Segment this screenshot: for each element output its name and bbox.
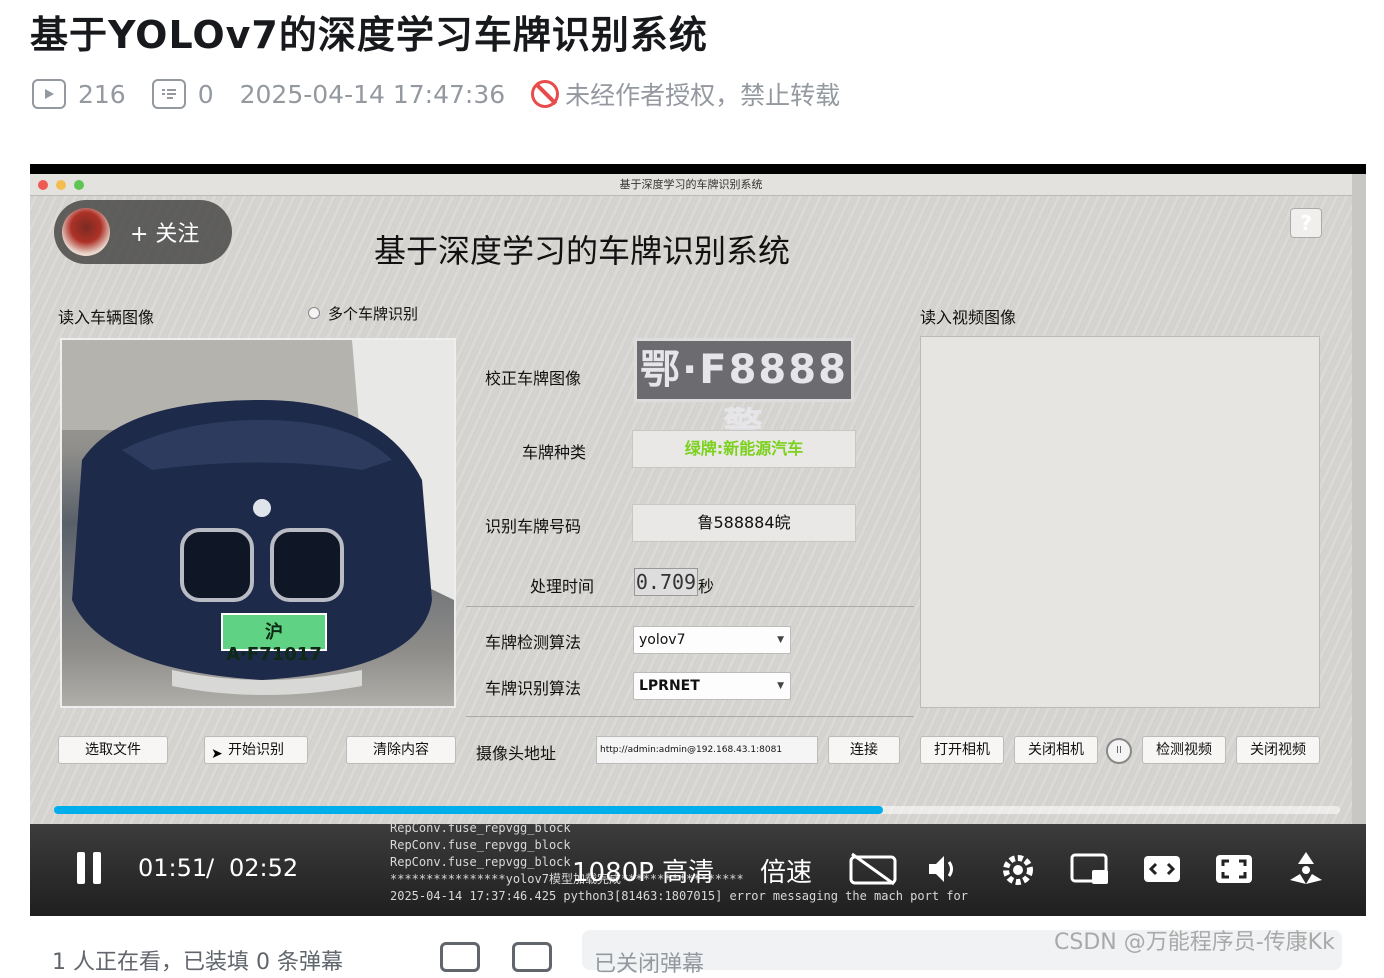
plate-type-label: 车牌种类 bbox=[522, 443, 587, 462]
detect-algo-select[interactable]: yolov7 ▼ bbox=[633, 626, 791, 654]
cursor-icon: ➤ bbox=[211, 746, 223, 762]
detect-video-button[interactable]: 检测视频 bbox=[1142, 736, 1226, 764]
danmaku-count-icon bbox=[151, 79, 186, 109]
read-vehicle-label: 读入车辆图像 bbox=[58, 308, 155, 327]
copyright-notice: 未经作者授权，禁止转载 bbox=[565, 81, 841, 110]
close-window-icon[interactable] bbox=[38, 180, 48, 190]
pause-video-icon[interactable]: II bbox=[1106, 738, 1132, 764]
page-title: 基于YOLOv7的深度学习车牌识别系统 bbox=[30, 13, 708, 57]
camera-address-input[interactable]: http://admin:admin@192.168.43.1:8081 bbox=[596, 736, 818, 764]
speed-button[interactable]: 倍速 bbox=[760, 852, 812, 889]
process-time-display: 0.709 bbox=[634, 568, 698, 596]
no-repost-icon bbox=[531, 80, 560, 108]
duration: 02:52 bbox=[229, 854, 299, 882]
avatar bbox=[62, 208, 110, 256]
multi-plate-radio[interactable] bbox=[308, 307, 320, 319]
app-heading: 基于深度学习的车牌识别系统 bbox=[374, 232, 791, 270]
recog-algo-label: 车牌识别算法 bbox=[485, 679, 582, 698]
window-titlebar: 基于深度学习的车牌识别系统 bbox=[30, 174, 1352, 196]
subtitle-off-icon[interactable] bbox=[848, 852, 898, 893]
process-time-unit: 秒 bbox=[698, 577, 715, 596]
read-video-label: 读入视频图像 bbox=[920, 308, 1017, 327]
danmaku-count: 0 bbox=[197, 79, 214, 109]
video-display bbox=[920, 336, 1320, 708]
progress-fill bbox=[54, 806, 884, 814]
corrected-plate-label: 校正车牌图像 bbox=[485, 369, 582, 388]
settings-icon[interactable] bbox=[1000, 852, 1036, 895]
pause-icon[interactable] bbox=[74, 850, 104, 886]
time-separator: / bbox=[206, 854, 215, 882]
volume-icon[interactable] bbox=[926, 852, 962, 893]
section-divider bbox=[466, 716, 914, 717]
multi-plate-label: 多个车牌识别 bbox=[328, 305, 419, 323]
section-divider bbox=[466, 606, 914, 607]
chevron-down-icon: ▼ bbox=[777, 681, 784, 691]
vehicle-image: 沪A·F71017 bbox=[60, 338, 456, 708]
terminal-line: RepConv.fuse_repvgg_block bbox=[390, 821, 571, 835]
danmaku-toggle-icon[interactable] bbox=[440, 942, 480, 972]
player-controls: RepConv.fuse_repvgg_block RepConv.fuse_r… bbox=[30, 821, 1366, 916]
video-progress-bar[interactable] bbox=[54, 806, 1340, 814]
current-time: 01:51 bbox=[138, 854, 208, 882]
widescreen-icon[interactable] bbox=[1142, 852, 1182, 893]
video-player[interactable]: 基于深度学习的车牌识别系统 基于深度学习的车牌识别系统 ? 读入车辆图像 多个车… bbox=[30, 164, 1366, 916]
help-icon[interactable]: ? bbox=[1290, 208, 1322, 238]
quality-button[interactable]: 1080P 高清 bbox=[572, 852, 714, 889]
plate-number-label: 识别车牌号码 bbox=[485, 517, 582, 536]
play-count-icon bbox=[32, 79, 66, 109]
minimize-window-icon[interactable] bbox=[56, 180, 66, 190]
fullscreen-icon[interactable] bbox=[1214, 852, 1254, 893]
start-recognition-button[interactable]: ➤ 开始识别 bbox=[204, 736, 308, 764]
clear-button[interactable]: 清除内容 bbox=[346, 736, 456, 764]
plate-type-field: 绿牌:新能源汽车 bbox=[632, 430, 856, 468]
process-time-label: 处理时间 bbox=[530, 577, 595, 596]
recog-algo-select[interactable]: LPRNET ▼ bbox=[633, 672, 791, 700]
connect-button[interactable]: 连接 bbox=[828, 736, 900, 764]
player-top-bar bbox=[30, 164, 1366, 174]
plate-number-field: 鲁588884皖 bbox=[632, 504, 856, 542]
video-meta: 216 0 2025-04-14 17:47:36 未经作者授权，禁止转载 bbox=[32, 74, 840, 114]
recog-algo-value: LPRNET bbox=[639, 678, 700, 694]
follow-button[interactable]: + 关注 bbox=[54, 200, 232, 264]
publish-time: 2025-04-14 17:47:36 bbox=[239, 79, 506, 109]
follow-label: + 关注 bbox=[130, 222, 200, 247]
window-title: 基于深度学习的车牌识别系统 bbox=[619, 178, 763, 191]
csdn-watermark: CSDN @万能程序员-传康Kk bbox=[1054, 930, 1335, 955]
car-plate-text: 沪A·F71017 bbox=[226, 622, 322, 665]
picture-in-picture-icon[interactable] bbox=[1070, 852, 1110, 893]
corrected-plate-image: 鄂·F8888警 bbox=[634, 338, 854, 451]
open-camera-button[interactable]: 打开相机 bbox=[920, 736, 1004, 764]
chevron-down-icon: ▼ bbox=[777, 635, 784, 645]
maximize-window-icon[interactable] bbox=[74, 180, 84, 190]
detect-algo-value: yolov7 bbox=[639, 632, 686, 648]
app-window: 基于深度学习的车牌识别系统 基于深度学习的车牌识别系统 ? 读入车辆图像 多个车… bbox=[30, 174, 1352, 824]
close-camera-button[interactable]: 关闭相机 bbox=[1014, 736, 1098, 764]
view-count: 216 bbox=[78, 79, 126, 109]
start-recognition-label: 开始识别 bbox=[228, 742, 284, 758]
detect-algo-label: 车牌检测算法 bbox=[485, 633, 582, 652]
camera-address-label: 摄像头地址 bbox=[476, 744, 557, 763]
danmaku-settings-icon[interactable] bbox=[512, 942, 552, 972]
watching-info: 1 人正在看，已装填 0 条弹幕 bbox=[52, 950, 343, 975]
danmaku-placeholder: 已关闭弹幕 bbox=[594, 952, 705, 977]
select-file-button[interactable]: 选取文件 bbox=[58, 736, 168, 764]
radiation-icon[interactable] bbox=[1286, 850, 1326, 895]
close-video-button[interactable]: 关闭视频 bbox=[1236, 736, 1320, 764]
